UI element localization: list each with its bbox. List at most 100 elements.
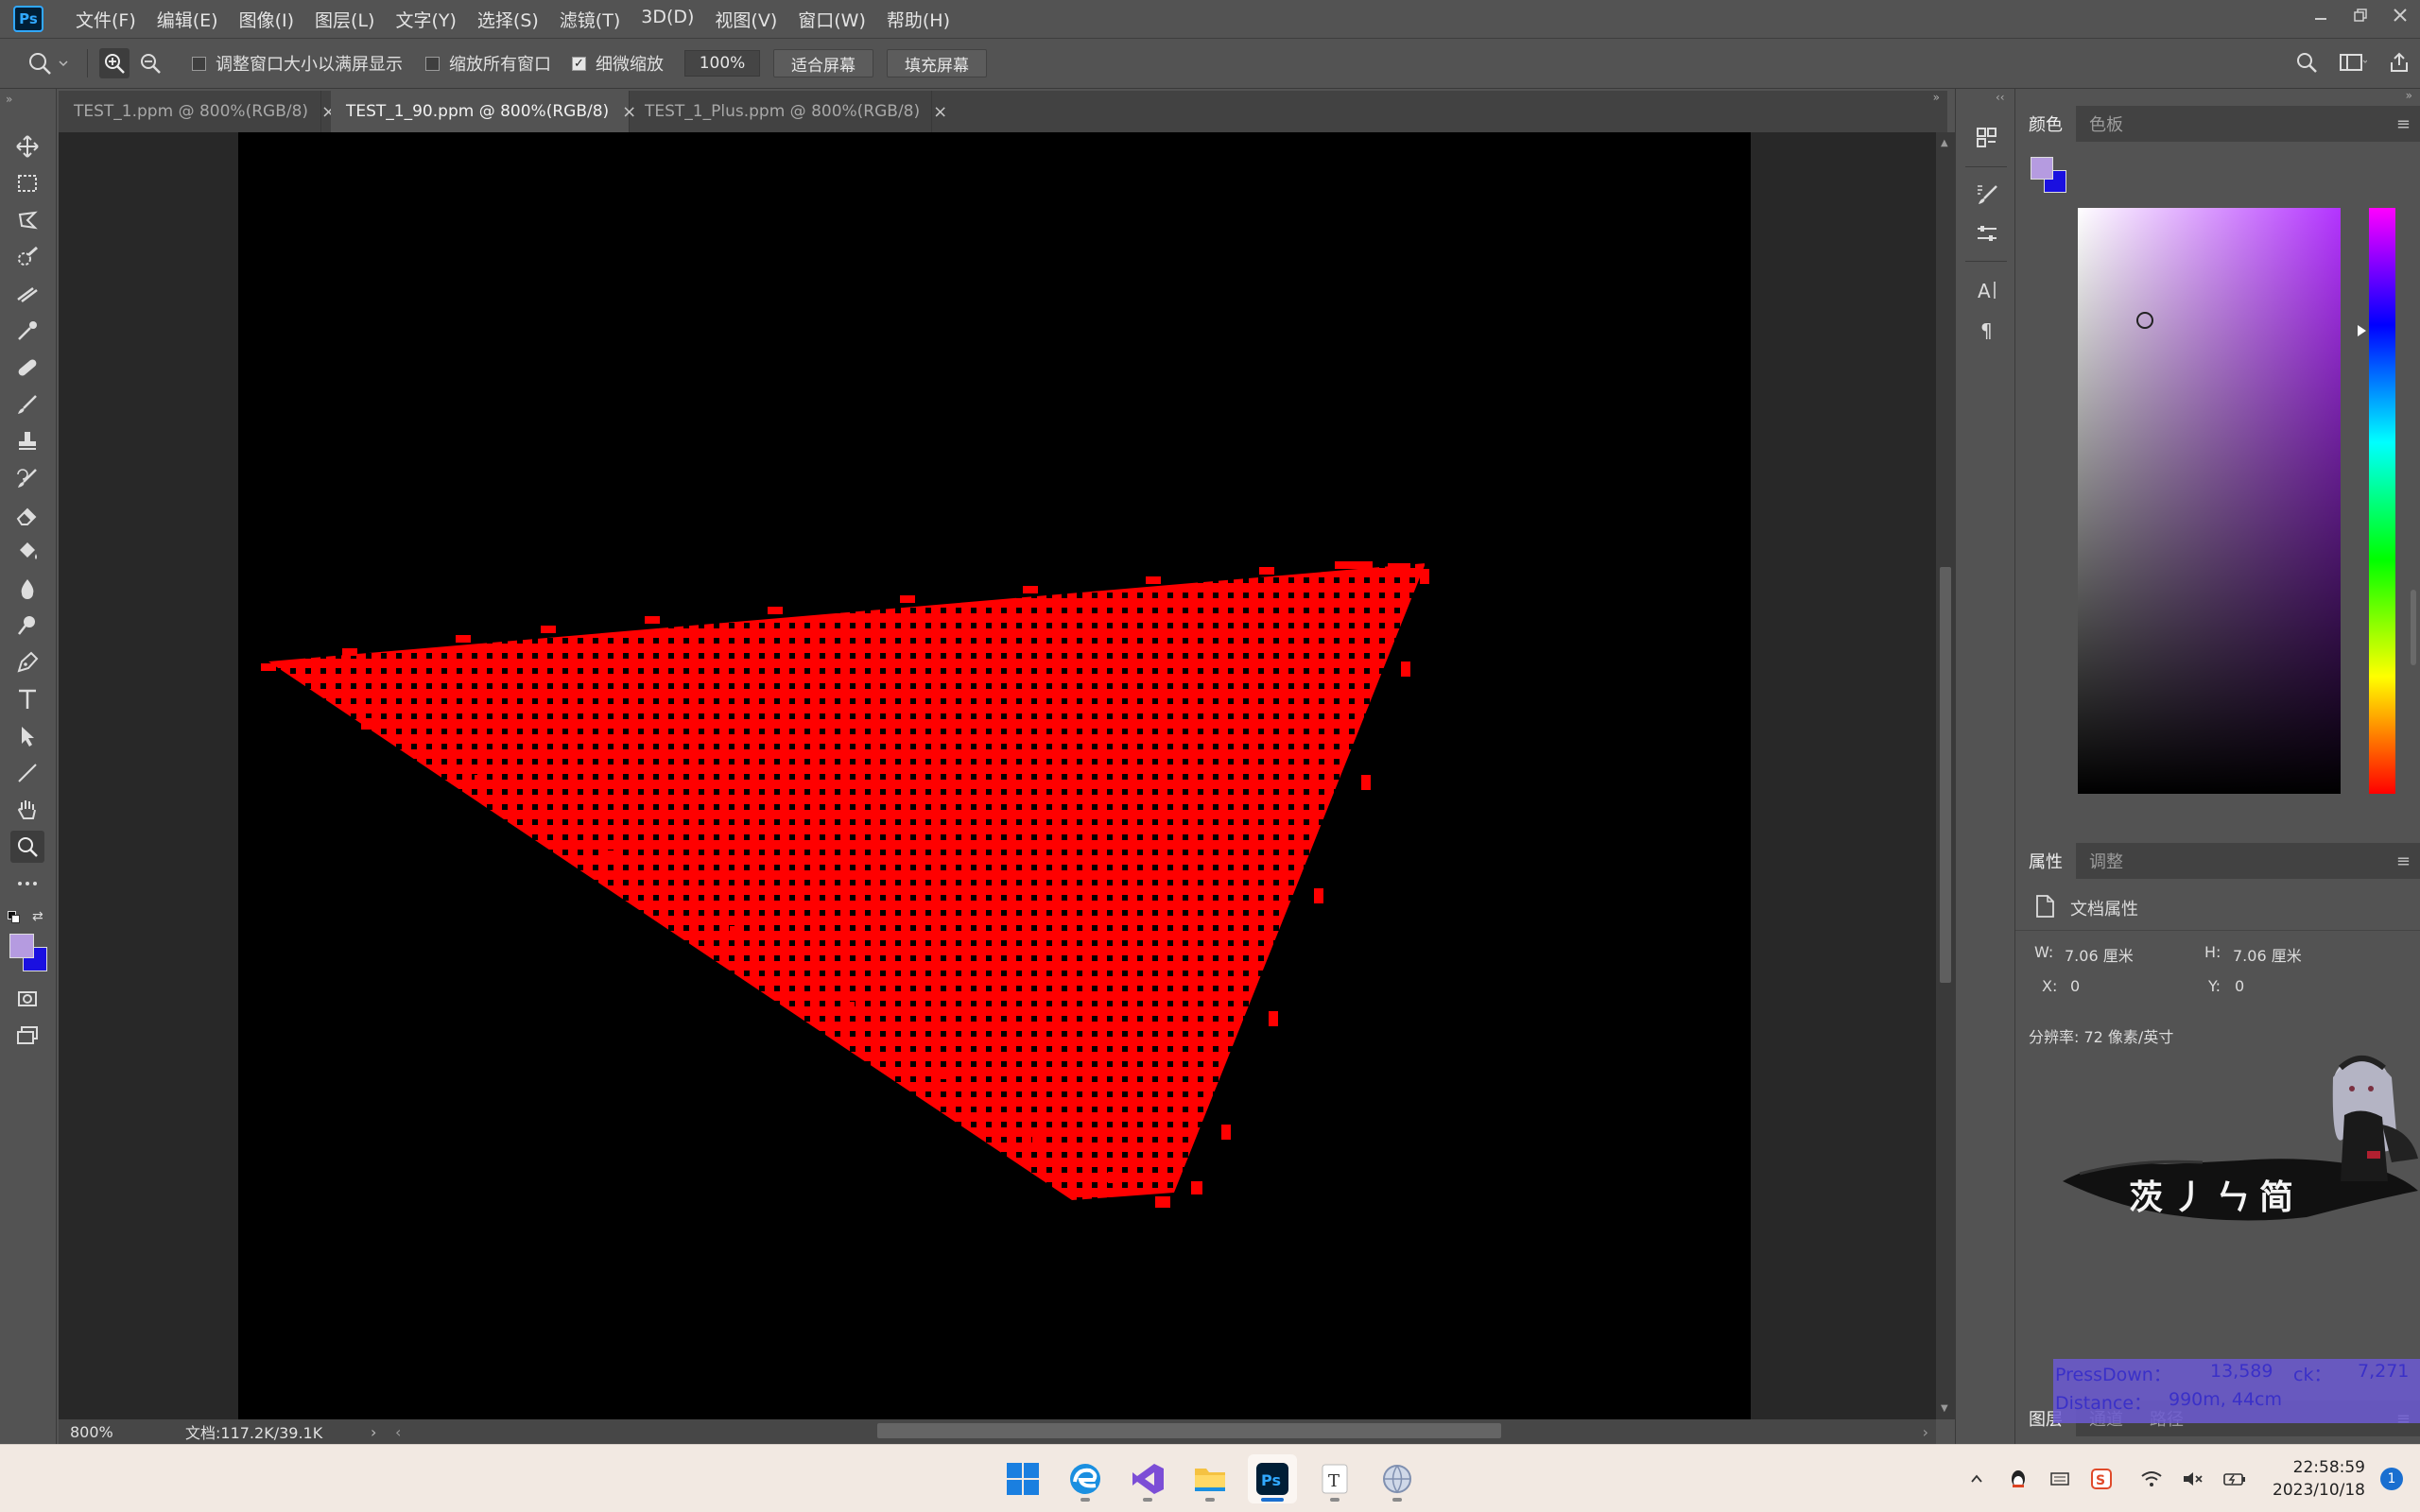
resize-windows-checkbox[interactable] bbox=[192, 56, 206, 71]
scroll-down-icon[interactable]: ▼ bbox=[1941, 1403, 1948, 1414]
typora-button[interactable]: T bbox=[1310, 1454, 1359, 1503]
zoom-tool[interactable] bbox=[10, 831, 44, 863]
zoom-tool-preset[interactable] bbox=[25, 48, 55, 78]
screen-mode-button[interactable] bbox=[10, 1020, 44, 1052]
share-button[interactable] bbox=[2388, 51, 2411, 77]
file-explorer-button[interactable] bbox=[1185, 1454, 1235, 1503]
dodge-tool[interactable] bbox=[10, 610, 44, 642]
close-window-button[interactable] bbox=[2380, 0, 2420, 30]
more-tools-button[interactable] bbox=[10, 868, 44, 900]
history-panel-button[interactable] bbox=[1971, 121, 2003, 153]
quick-mask-button[interactable] bbox=[10, 983, 44, 1015]
brush-tool[interactable] bbox=[10, 388, 44, 421]
panel-menu-icon[interactable]: ≡ bbox=[2396, 114, 2411, 134]
menu-file[interactable]: 文件(F) bbox=[76, 7, 136, 32]
path-select-tool[interactable] bbox=[10, 720, 44, 752]
width-value[interactable]: 7.06 厘米 bbox=[2065, 943, 2134, 966]
minimize-button[interactable] bbox=[2301, 0, 2341, 30]
tab-test-1[interactable]: TEST_1.ppm @ 800%(RGB/8) × bbox=[59, 91, 336, 132]
paint-bucket-tool[interactable] bbox=[10, 536, 44, 568]
type-tool[interactable] bbox=[10, 683, 44, 715]
line-tool[interactable] bbox=[10, 757, 44, 789]
menu-type[interactable]: 文字(Y) bbox=[395, 7, 456, 32]
fill-screen-button[interactable]: 填充屏幕 bbox=[887, 49, 987, 77]
tab-color[interactable]: 颜色 bbox=[2015, 106, 2076, 142]
volume-button[interactable] bbox=[2177, 1463, 2209, 1495]
y-value[interactable]: 0 bbox=[2235, 977, 2244, 995]
status-menu-arrow-icon[interactable]: › bbox=[371, 1423, 376, 1441]
menu-filter[interactable]: 滤镜(T) bbox=[560, 7, 620, 32]
tab-test-1-90[interactable]: TEST_1_90.ppm @ 800%(RGB/8) × bbox=[331, 91, 636, 132]
eraser-tool[interactable] bbox=[10, 499, 44, 531]
menu-edit[interactable]: 编辑(E) bbox=[157, 7, 218, 32]
tab-adjustments[interactable]: 调整 bbox=[2076, 843, 2136, 879]
photoshop-logo[interactable]: Ps bbox=[13, 6, 43, 32]
scrubby-zoom-checkbox[interactable]: ✓ bbox=[572, 56, 586, 71]
resize-windows-option[interactable]: 调整窗口大小以满屏显示 bbox=[192, 51, 403, 76]
hue-slider[interactable] bbox=[2369, 208, 2395, 794]
panel-expand-icon[interactable]: » bbox=[1933, 91, 1940, 104]
preset-dropdown[interactable] bbox=[55, 48, 72, 78]
scroll-up-icon[interactable]: ▲ bbox=[1941, 138, 1948, 148]
vertical-scroll-thumb[interactable] bbox=[1940, 567, 1951, 983]
document-canvas[interactable] bbox=[238, 132, 1751, 1419]
crop-tool[interactable] bbox=[10, 278, 44, 310]
panel-scrollbar[interactable] bbox=[2411, 590, 2416, 665]
panel-menu-icon[interactable]: ≡ bbox=[2396, 851, 2411, 871]
scrubby-zoom-option[interactable]: ✓ 细微缩放 bbox=[572, 51, 664, 76]
tab-test-1-plus[interactable]: TEST_1_Plus.ppm @ 800%(RGB/8) × bbox=[630, 91, 947, 132]
lasso-tool[interactable] bbox=[10, 204, 44, 236]
history-brush-tool[interactable] bbox=[10, 462, 44, 494]
workspace-button[interactable] bbox=[2339, 51, 2368, 77]
tab-properties[interactable]: 属性 bbox=[2015, 843, 2076, 879]
healing-brush-tool[interactable] bbox=[10, 352, 44, 384]
brush-settings-button[interactable] bbox=[1971, 178, 2003, 210]
x-value[interactable]: 0 bbox=[2070, 977, 2080, 995]
hue-slider-arrow[interactable] bbox=[2358, 325, 2366, 336]
quick-select-tool[interactable] bbox=[10, 241, 44, 273]
menu-3d[interactable]: 3D(D) bbox=[641, 7, 694, 32]
zoom-out-button[interactable] bbox=[135, 48, 165, 78]
start-button[interactable] bbox=[998, 1454, 1047, 1503]
menu-layer[interactable]: 图层(L) bbox=[315, 7, 374, 32]
zoom-level[interactable]: 800% bbox=[70, 1423, 155, 1441]
input-method-icon[interactable] bbox=[2044, 1463, 2076, 1495]
horizontal-scroll-thumb[interactable] bbox=[877, 1423, 1501, 1438]
move-tool[interactable] bbox=[10, 130, 44, 163]
sogou-input-icon[interactable]: S bbox=[2085, 1463, 2118, 1495]
scroll-right-icon[interactable]: › bbox=[1923, 1423, 1928, 1441]
paragraph-panel-button[interactable]: ¶ bbox=[1971, 314, 2003, 346]
swap-colors-icon[interactable]: ⇄ bbox=[32, 909, 43, 924]
tab-swatches[interactable]: 色板 bbox=[2076, 106, 2136, 142]
eyedropper-tool[interactable] bbox=[10, 315, 44, 347]
color-field[interactable] bbox=[2078, 208, 2341, 794]
height-value[interactable]: 7.06 厘米 bbox=[2233, 943, 2302, 966]
scroll-left-icon[interactable]: ‹ bbox=[395, 1423, 401, 1441]
battery-button[interactable] bbox=[2219, 1463, 2251, 1495]
zoom-all-option[interactable]: 缩放所有窗口 bbox=[425, 51, 551, 76]
marquee-tool[interactable] bbox=[10, 167, 44, 199]
vertical-scrollbar[interactable]: ▲ ▼ bbox=[1936, 132, 1955, 1419]
menu-window[interactable]: 窗口(W) bbox=[798, 7, 866, 32]
panel-collapse-icon[interactable]: » bbox=[6, 93, 12, 106]
qq-tray-icon[interactable] bbox=[2002, 1463, 2034, 1495]
zoom-in-button[interactable] bbox=[99, 48, 130, 78]
panel-collapse-icon[interactable]: » bbox=[2406, 89, 2412, 102]
stamp-tool[interactable] bbox=[10, 425, 44, 457]
character-panel-button[interactable]: A bbox=[1971, 274, 2003, 306]
foreground-color-swatch[interactable] bbox=[2031, 157, 2053, 180]
fit-screen-button[interactable]: 适合屏幕 bbox=[773, 49, 873, 77]
pen-tool[interactable] bbox=[10, 646, 44, 679]
default-colors-icon[interactable] bbox=[8, 911, 21, 924]
wifi-button[interactable] bbox=[2135, 1463, 2168, 1495]
photoshop-taskbar-button[interactable]: Ps bbox=[1248, 1454, 1297, 1503]
blur-tool[interactable] bbox=[10, 573, 44, 605]
show-hidden-icons-button[interactable] bbox=[1961, 1463, 1993, 1495]
menu-view[interactable]: 视图(V) bbox=[715, 7, 777, 32]
network-app-button[interactable] bbox=[1373, 1454, 1422, 1503]
menu-image[interactable]: 图像(I) bbox=[239, 7, 294, 32]
menu-help[interactable]: 帮助(H) bbox=[887, 7, 950, 32]
clock[interactable]: 22:58:59 2023/10/18 bbox=[2273, 1456, 2365, 1502]
color-picker-cursor[interactable] bbox=[2136, 312, 2153, 329]
search-button[interactable] bbox=[2295, 51, 2318, 77]
